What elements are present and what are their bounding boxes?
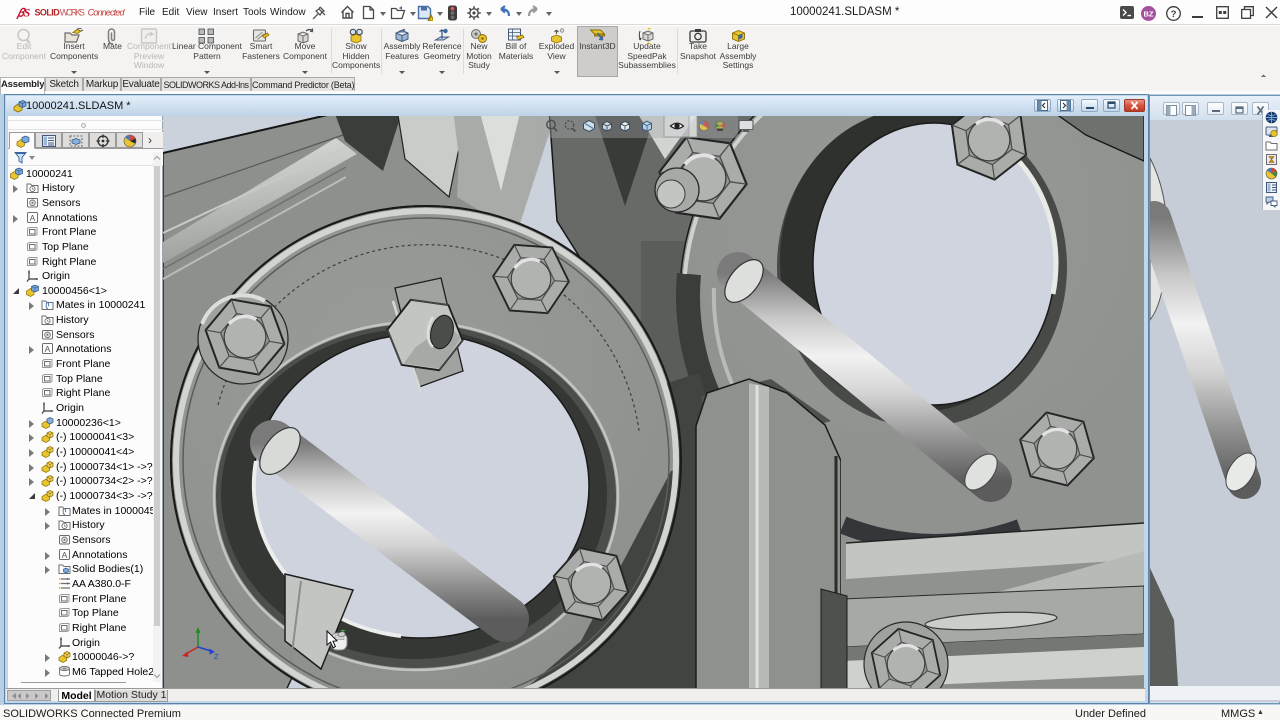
svg-text:A: A — [30, 213, 36, 223]
svg-text:A: A — [62, 550, 68, 560]
svg-text:!: ! — [429, 17, 430, 22]
svg-text:SOLID: SOLID — [35, 8, 61, 18]
svg-text:BZ: BZ — [1144, 9, 1154, 18]
svg-text:A: A — [45, 344, 51, 354]
svg-text:?: ? — [1171, 9, 1177, 20]
svg-text:Z: Z — [214, 652, 219, 661]
svg-text:𝛽S: 𝛽S — [15, 7, 30, 20]
svg-text:WORKS: WORKS — [60, 8, 85, 18]
svg-text:Connected: Connected — [88, 8, 126, 18]
